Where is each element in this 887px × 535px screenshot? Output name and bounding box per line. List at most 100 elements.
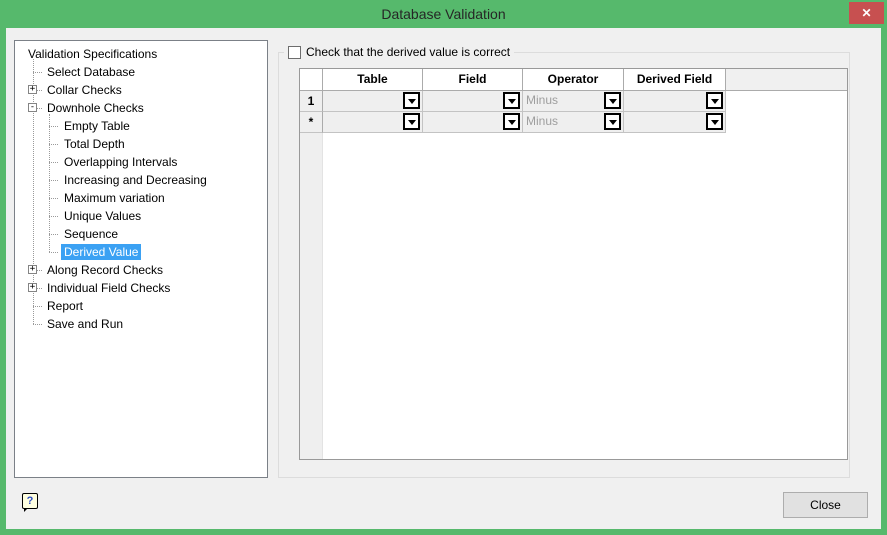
grid-column-header-operator[interactable]: Operator	[523, 69, 624, 91]
grid-column-header-derived-field[interactable]: Derived Field	[624, 69, 726, 91]
tree-item-label: Sequence	[64, 227, 119, 241]
tree-line	[49, 252, 58, 253]
validation-tree-panel: Validation Specifications Select Database…	[14, 40, 268, 478]
tree-item-label: Individual Field Checks	[47, 281, 171, 295]
dropdown-button[interactable]	[403, 92, 420, 109]
grid-row-header-strip	[300, 133, 323, 459]
dropdown-button[interactable]	[503, 92, 520, 109]
tree-item-label: Empty Table	[64, 119, 130, 133]
grid-column-header-table[interactable]: Table	[323, 69, 423, 91]
titlebar: Database Validation ✕	[0, 0, 887, 28]
chevron-down-icon	[507, 98, 516, 104]
grid-column-header-field[interactable]: Field	[423, 69, 523, 91]
grid-cell-derived-field-row-1[interactable]	[624, 91, 726, 112]
tree-item-total-depth[interactable]: Total Depth	[61, 135, 128, 153]
grid-header-row: Table Field Operator Derived Field	[300, 69, 847, 91]
chevron-down-icon	[608, 119, 617, 125]
tree-line	[33, 324, 42, 325]
grid-row-1: 1 Minus	[300, 91, 847, 112]
derived-value-checkbox-label: Check that the derived value is correct	[306, 45, 511, 59]
tree-item-unique-values[interactable]: Unique Values	[61, 207, 144, 225]
tree-item-label: Downhole Checks	[47, 101, 144, 115]
tree-item-label: Save and Run	[47, 317, 124, 331]
dropdown-button[interactable]	[604, 92, 621, 109]
dropdown-button[interactable]	[706, 113, 723, 130]
expand-icon-along-record-checks[interactable]: +	[28, 265, 37, 274]
tree-item-label: Along Record Checks	[47, 263, 164, 277]
tree-item-label: Report	[47, 299, 84, 313]
chevron-down-icon	[407, 98, 416, 104]
dropdown-button[interactable]	[403, 113, 420, 130]
tree-item-label: Select Database	[47, 65, 136, 79]
grid-cell-operator-row-new[interactable]: Minus	[523, 112, 624, 133]
close-window-button[interactable]: ✕	[849, 2, 884, 24]
tree-item-downhole-checks[interactable]: Downhole Checks	[44, 99, 147, 117]
tree-item-label: Increasing and Decreasing	[64, 173, 207, 187]
expand-icon-individual-field-checks[interactable]: +	[28, 283, 37, 292]
tree-item-increasing-and-decreasing[interactable]: Increasing and Decreasing	[61, 171, 210, 189]
tree-item-label: Unique Values	[64, 209, 142, 223]
tree-item-label: Maximum variation	[64, 191, 165, 205]
tree-line	[49, 126, 58, 127]
cell-value: Minus	[526, 93, 559, 107]
grid-cell-derived-field-row-new[interactable]	[624, 112, 726, 133]
dropdown-button[interactable]	[503, 113, 520, 130]
tree-line	[49, 114, 50, 252]
chevron-down-icon	[507, 119, 516, 125]
tree-line	[49, 234, 58, 235]
dialog-client-area: Validation Specifications Select Database…	[6, 28, 881, 529]
grid-row-header[interactable]: *	[300, 112, 323, 133]
derived-value-grid: Table Field Operator Derived Field 1 Minus * Mi…	[299, 68, 848, 460]
tree-item-overlapping-intervals[interactable]: Overlapping Intervals	[61, 153, 180, 171]
grid-header-filler	[726, 69, 847, 91]
dialog-title: Database Validation	[381, 6, 506, 22]
grid-cell-table-row-new[interactable]	[323, 112, 423, 133]
derived-value-caption: Check that the derived value is correct	[284, 44, 515, 60]
collapse-icon-downhole-checks[interactable]: -	[28, 103, 37, 112]
grid-cell-field-row-1[interactable]	[423, 91, 523, 112]
chevron-down-icon	[407, 119, 416, 125]
dialog-window: Database Validation ✕ Validation Specifi…	[0, 0, 887, 535]
help-question-glyph: ?	[26, 495, 34, 507]
tree-item-label: Validation Specifications	[28, 47, 158, 61]
grid-row-header[interactable]: 1	[300, 91, 323, 112]
tree-item-derived-value[interactable]: Derived Value	[61, 243, 142, 261]
tree-item-label: Overlapping Intervals	[64, 155, 178, 169]
tree-item-empty-table[interactable]: Empty Table	[61, 117, 133, 135]
tree-line	[49, 198, 58, 199]
tree-line	[49, 144, 58, 145]
tree-item-maximum-variation[interactable]: Maximum variation	[61, 189, 168, 207]
tree-line	[33, 72, 42, 73]
tree-item-save-and-run[interactable]: Save and Run	[44, 315, 126, 333]
tree-item-sequence[interactable]: Sequence	[61, 225, 121, 243]
tree-line	[33, 306, 42, 307]
close-button[interactable]: Close	[783, 492, 868, 518]
dropdown-button[interactable]	[604, 113, 621, 130]
tree-item-individual-field-checks[interactable]: Individual Field Checks	[44, 279, 173, 297]
chevron-down-icon	[710, 98, 719, 104]
tree-item-label: Total Depth	[64, 137, 125, 151]
grid-cell-field-row-new[interactable]	[423, 112, 523, 133]
tree-item-along-record-checks[interactable]: Along Record Checks	[44, 261, 166, 279]
tree-item-collar-checks[interactable]: Collar Checks	[44, 81, 125, 99]
chevron-down-icon	[608, 98, 617, 104]
grid-row-*: * Minus	[300, 112, 847, 133]
cell-value: Minus	[526, 114, 559, 128]
help-icon[interactable]: ?	[22, 493, 38, 512]
tree-item-validation-specifications[interactable]: Validation Specifications	[25, 45, 160, 63]
tree-line	[49, 180, 58, 181]
tree-item-report[interactable]: Report	[44, 297, 86, 315]
chevron-down-icon	[710, 119, 719, 125]
grid-corner-cell	[300, 69, 323, 91]
grid-cell-table-row-1[interactable]	[323, 91, 423, 112]
dropdown-button[interactable]	[706, 92, 723, 109]
tree-item-select-database[interactable]: Select Database	[44, 63, 138, 81]
tree-item-label: Collar Checks	[47, 83, 122, 97]
close-icon: ✕	[861, 6, 872, 20]
tree-line	[49, 162, 58, 163]
derived-value-checkbox[interactable]	[288, 45, 301, 59]
expand-icon-collar-checks[interactable]: +	[28, 85, 37, 94]
tree-item-label: Derived Value	[61, 244, 142, 260]
tree-line	[49, 216, 58, 217]
grid-cell-operator-row-1[interactable]: Minus	[523, 91, 624, 112]
